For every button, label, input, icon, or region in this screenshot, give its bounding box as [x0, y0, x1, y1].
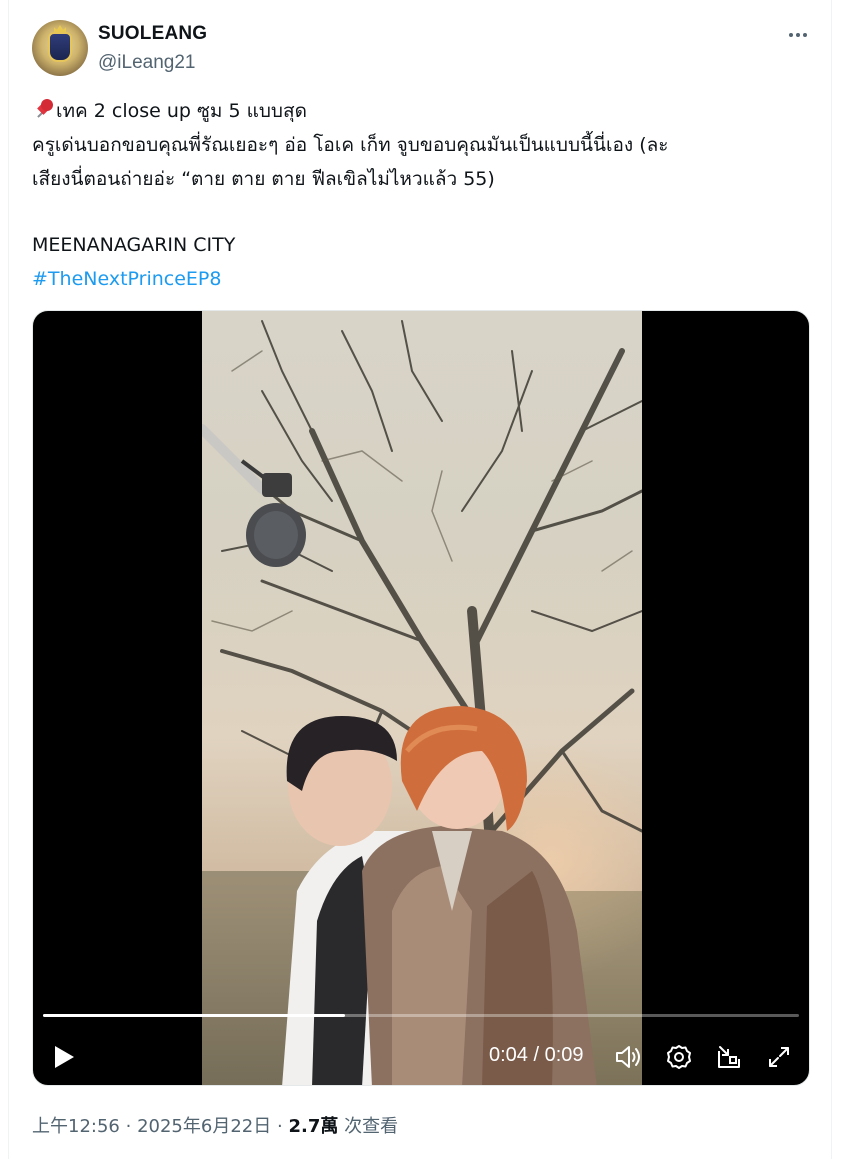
play-icon	[55, 1046, 74, 1068]
views-count: 2.7萬	[288, 1116, 339, 1137]
tweet-line-2: ครูเด่นบอกขอบคุณพี่รัณเยอะๆ อ่อ โอเค เก็…	[32, 134, 669, 156]
hashtag-link[interactable]: #TheNextPrinceEP8	[32, 262, 822, 296]
volume-icon	[616, 1046, 640, 1068]
tweet-line-3: เสียงนี่ตอนถ่ายอ่ะ “ตาย ตาย ตาย ฟีลเขิลไ…	[32, 168, 495, 190]
settings-icon	[667, 1045, 691, 1069]
fullscreen-icon	[769, 1047, 789, 1067]
tweet-line-1-text: เทค 2 close up ซูม 5 แบบสุด	[56, 100, 307, 122]
avatar-seal	[48, 32, 72, 62]
tweet-line-4: MEENANAGARIN CITY	[32, 234, 236, 256]
tweet-line-1: เทค 2 close up ซูม 5 แบบสุด	[32, 94, 822, 128]
tweet-time[interactable]: 上午12:56	[32, 1116, 120, 1137]
separator: ·	[125, 1116, 132, 1137]
video-still	[202, 320, 642, 1085]
picture-in-picture-button[interactable]	[713, 1041, 745, 1073]
video-time: 0:04 / 0:09	[489, 1044, 584, 1066]
volume-button[interactable]	[613, 1041, 645, 1073]
play-button[interactable]	[49, 1041, 79, 1073]
more-icon	[789, 33, 793, 37]
more-icon	[803, 33, 807, 37]
tweet-date[interactable]: 2025年6月22日	[137, 1116, 271, 1137]
fullscreen-button[interactable]	[763, 1041, 795, 1073]
pushpin-icon	[32, 98, 54, 120]
video-progress-fill	[43, 1014, 346, 1017]
video-player[interactable]: 0:04 / 0:09	[32, 310, 810, 1086]
tweet-card: SUOLEANG @iLeang21 เทค 2 close up ซูม 5 …	[8, 0, 832, 1159]
tweet-text: เทค 2 close up ซูม 5 แบบสุด ครูเด่นบอกขอ…	[32, 94, 822, 296]
avatar[interactable]	[32, 20, 88, 76]
separator: ·	[276, 1116, 283, 1137]
settings-button[interactable]	[663, 1041, 695, 1073]
video-frame[interactable]	[202, 311, 642, 1085]
user-handle[interactable]: @iLeang21	[98, 52, 195, 74]
tweet-meta: 上午12:56 · 2025年6月22日 · 2.7萬 次查看	[32, 1112, 398, 1138]
more-options-button[interactable]	[781, 22, 815, 48]
more-icon	[796, 33, 800, 37]
video-progress-bar[interactable]	[43, 1014, 799, 1017]
display-name[interactable]: SUOLEANG	[98, 23, 207, 45]
picture-in-picture-icon	[718, 1046, 740, 1068]
views-label: 次查看	[344, 1116, 399, 1137]
